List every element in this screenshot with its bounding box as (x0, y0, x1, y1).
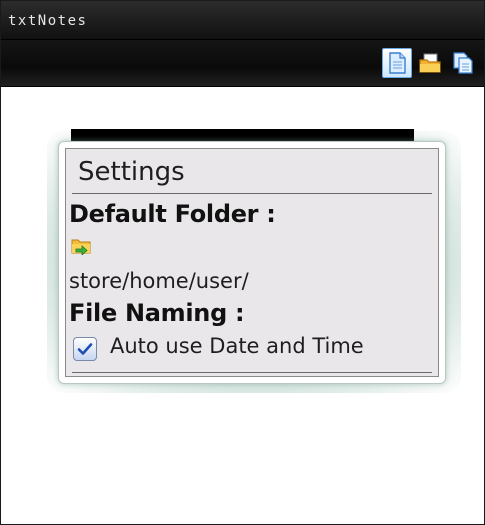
bottom-divider (72, 372, 432, 373)
copy-note-icon (451, 51, 475, 75)
title-bar: txtNotes (1, 1, 484, 40)
folder-path[interactable]: store/home/user/ (69, 269, 249, 293)
open-folder-icon (418, 51, 442, 75)
app-title: txtNotes (8, 13, 88, 29)
checkmark-icon (76, 340, 94, 358)
new-note-icon (385, 51, 409, 75)
copy-note-button[interactable] (448, 48, 478, 78)
settings-header: Settings (78, 157, 185, 187)
auto-date-time-label: Auto use Date and Time (110, 334, 364, 358)
folder-arrow-icon[interactable] (71, 235, 91, 255)
device-screen: txtNotes Settings Default Folder: store… (0, 0, 485, 525)
dialog-top-bar (71, 129, 414, 141)
auto-date-time-checkbox[interactable] (73, 337, 97, 361)
new-note-button[interactable] (382, 48, 412, 78)
settings-panel: Settings Default Folder : store/home/use… (65, 148, 439, 377)
open-folder-button[interactable] (415, 48, 445, 78)
header-divider (72, 193, 432, 194)
default-folder-label: Default Folder : (69, 200, 276, 228)
settings-dialog: Settings Default Folder : store/home/use… (58, 141, 446, 384)
file-naming-label: File Naming : (69, 299, 245, 327)
toolbar (1, 40, 484, 87)
